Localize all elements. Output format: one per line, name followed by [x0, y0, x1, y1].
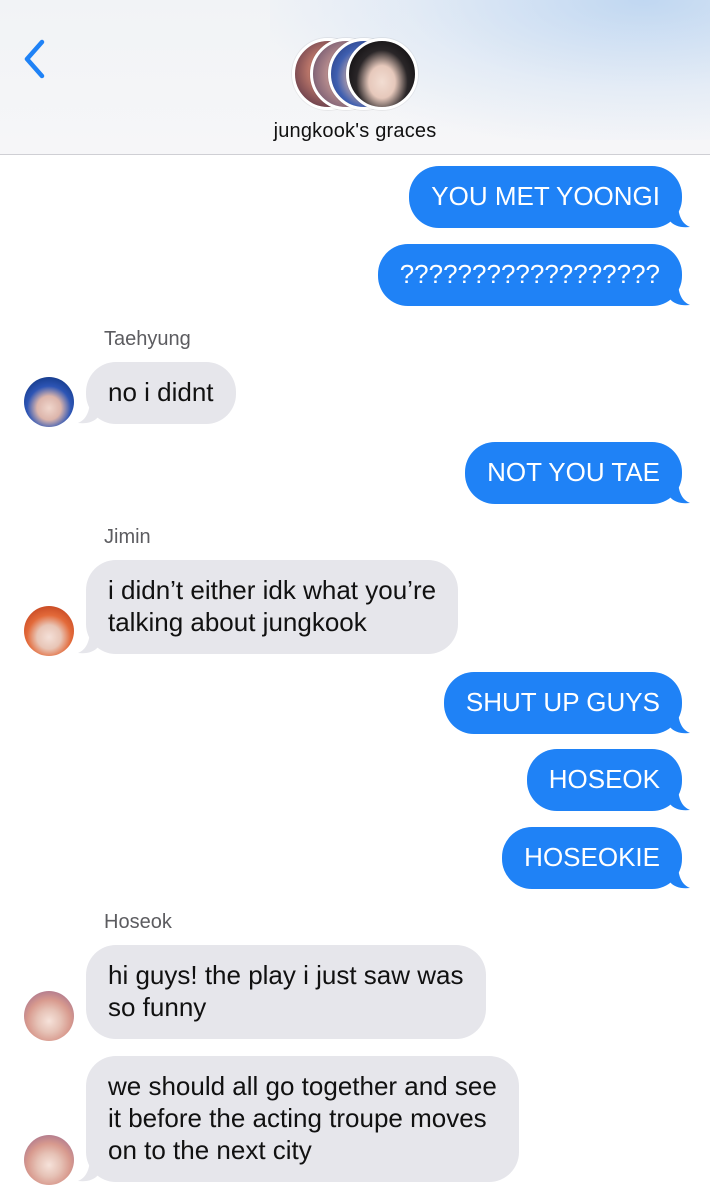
chevron-left-icon [24, 39, 45, 79]
bubble-tail [670, 712, 690, 734]
message-text-line: talking about jungkook [108, 607, 367, 637]
message-text-line: on to the next city [108, 1135, 312, 1165]
message-text-line: so funny [108, 992, 207, 1022]
taehyung-avatar[interactable] [24, 377, 74, 427]
jimin-avatar[interactable] [24, 606, 74, 656]
message-text-line: it before the acting troupe moves [108, 1103, 487, 1133]
received-message-bubble[interactable]: hi guys! the play i just saw was so funn… [86, 945, 486, 1039]
bubble-tail [670, 789, 690, 811]
bubble-tail [78, 402, 98, 424]
message-text: YOU MET YOONGI [431, 181, 660, 211]
bubble-tail [670, 482, 690, 504]
sender-name: Taehyung [104, 328, 191, 350]
sender-name: Jimin [104, 526, 151, 548]
sent-message-bubble[interactable]: YOU MET YOONGI [409, 166, 682, 228]
message-text-line: we should all go together and see [108, 1071, 497, 1101]
bubble-tail [670, 284, 690, 306]
bubble-tail [78, 1160, 98, 1182]
message-text: no i didnt [108, 377, 214, 407]
message-text-line: hi guys! the play i just saw was [108, 960, 464, 990]
sender-name: Hoseok [104, 911, 172, 933]
group-avatar-stack[interactable] [292, 38, 420, 110]
sent-message-bubble[interactable]: HOSEOK [526, 749, 682, 811]
received-message-bubble[interactable]: i didn’t either idk what you’re talking … [86, 560, 459, 654]
message-text: NOT YOU TAE [487, 457, 660, 487]
received-message-bubble[interactable]: no i didnt [86, 362, 236, 424]
hoseok-avatar[interactable] [24, 1135, 74, 1185]
sent-message-bubble[interactable]: NOT YOU TAE [465, 442, 682, 504]
group-name[interactable]: jungkook's graces [0, 120, 710, 143]
group-member-avatar [346, 38, 418, 110]
message-text: HOSEOK [548, 764, 660, 794]
sent-message-bubble[interactable]: SHUT UP GUYS [443, 672, 682, 734]
message-text-line: i didn’t either idk what you’re [108, 575, 437, 605]
sent-message-bubble[interactable]: HOSEOKIE [502, 827, 682, 889]
back-button[interactable] [14, 36, 58, 82]
sent-message-bubble[interactable]: ?????????????????? [377, 244, 682, 306]
bubble-tail [78, 632, 98, 654]
message-text: ?????????????????? [399, 259, 660, 289]
message-text: HOSEOKIE [524, 842, 660, 872]
hoseok-avatar[interactable] [24, 991, 74, 1041]
bubble-tail [670, 206, 690, 228]
bubble-tail [670, 867, 690, 889]
message-text: SHUT UP GUYS [465, 687, 660, 717]
conversation-header: jungkook's graces [0, 0, 710, 155]
received-message-bubble[interactable]: we should all go together and see it bef… [86, 1056, 519, 1182]
